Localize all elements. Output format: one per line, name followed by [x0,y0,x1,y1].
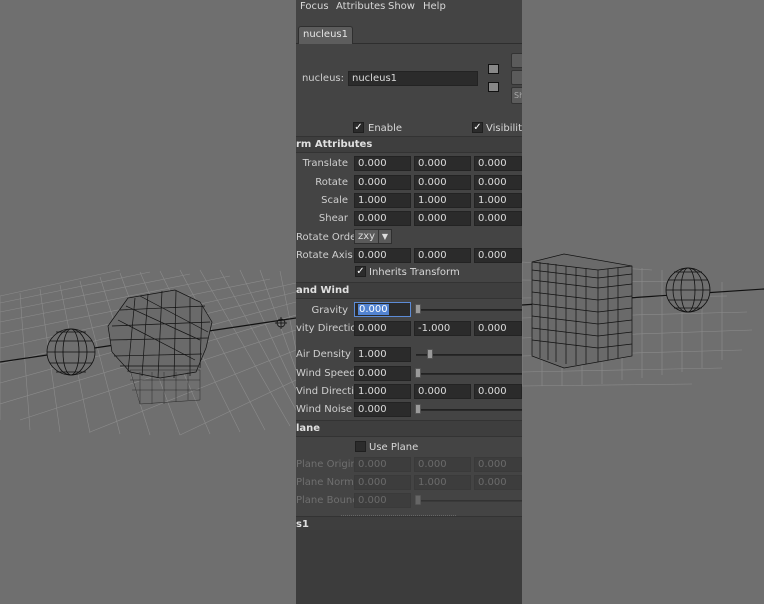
rotate-x-field[interactable]: 0.000 [354,175,411,190]
gravity-slider-handle[interactable] [415,304,421,314]
scale-x-field[interactable]: 1.000 [354,193,411,208]
menu-attributes[interactable]: Attributes [336,1,385,12]
wind-noise-field[interactable]: 0.000 [354,402,411,417]
gravity-direction-y-field[interactable]: -1.000 [414,321,471,336]
enable-checkbox[interactable]: ✓ [353,122,364,133]
notes-button[interactable] [511,53,522,68]
plane-bounce-label: Plane Bounce [296,495,364,506]
plane-bounce-field: 0.000 [354,493,411,508]
plane-origin-x-field: 0.000 [354,457,411,472]
shear-y-field[interactable]: 0.000 [414,211,471,226]
plane-origin-y-field: 0.000 [414,457,471,472]
translate-label: Translate [302,158,348,169]
section-footer[interactable]: s1 [296,516,522,530]
wind-direction-x-field[interactable]: 1.000 [354,384,411,399]
rotate-z-field[interactable]: 0.000 [474,175,522,190]
use-plane-label: Use Plane [369,442,419,453]
wind-noise-slider-handle[interactable] [415,404,421,414]
shear-z-field[interactable]: 0.000 [474,211,522,226]
air-density-field[interactable]: 1.000 [354,347,411,362]
rotate-axis-y-field[interactable]: 0.000 [414,248,471,263]
gravity-value: 0.000 [358,304,389,315]
use-plane-checkbox[interactable]: ✓ [355,441,366,452]
plane-origin-label: Plane Origin [296,459,357,470]
air-density-label: Air Density [296,349,351,360]
rotate-label: Rotate [315,177,348,188]
shear-label: Shear [318,213,348,224]
plane-bounce-slider-track [416,500,522,502]
node-name-field[interactable]: nucleus1 [348,71,478,86]
gravity-direction-x-field[interactable]: 0.000 [354,321,411,336]
plane-normal-z-field: 0.000 [474,475,522,490]
rotate-order-dropdown[interactable]: zxy ▼ [354,229,392,244]
visibility-checkbox[interactable]: ✓ [472,122,483,133]
menu-show[interactable]: Show [388,1,415,12]
rotate-y-field[interactable]: 0.000 [414,175,471,190]
viewport-right[interactable] [522,0,764,604]
gravity-field[interactable]: 0.000 [354,302,411,317]
air-density-slider-handle[interactable] [427,349,433,359]
wind-speed-field[interactable]: 0.000 [354,366,411,381]
translate-x-field[interactable]: 0.000 [354,156,411,171]
rotate-order-value: zxy [358,231,376,242]
presets-button[interactable] [511,70,522,85]
cloth-mesh [107,289,213,379]
manipulator-icon[interactable] [275,317,287,329]
focus-output-icon[interactable] [488,82,499,92]
gravity-direction-label: vity Direction [296,323,363,334]
plane-normal-label: Plane Normal [296,477,363,488]
menu-help[interactable]: Help [423,1,446,12]
wind-speed-label: Wind Speed [296,368,356,379]
gravity-slider-track[interactable] [416,309,522,311]
sphere-mesh [665,267,711,313]
section-gravity-and-wind[interactable]: and Wind [296,282,522,299]
scale-y-field[interactable]: 1.000 [414,193,471,208]
section-ground-plane[interactable]: lane [296,420,522,437]
scale-label: Scale [321,195,348,206]
rotate-axis-label: Rotate Axis [296,250,353,261]
focus-input-icon[interactable] [488,64,499,74]
menu-focus[interactable]: Focus [300,1,329,12]
node-name-label: nucleus: [301,73,344,84]
section-transform-attributes[interactable]: rm Attributes [296,136,522,153]
rotate-axis-z-field[interactable]: 0.000 [474,248,522,263]
scale-z-field[interactable]: 1.000 [474,193,522,208]
gravity-label: Gravity [311,305,348,316]
plane-normal-y-field: 1.000 [414,475,471,490]
rotate-axis-x-field[interactable]: 0.000 [354,248,411,263]
inherits-transform-label: Inherits Transform [369,267,460,278]
menu-bar: Focus Attributes Show Help [296,0,522,16]
wind-direction-y-field[interactable]: 0.000 [414,384,471,399]
plane-normal-x-field: 0.000 [354,475,411,490]
empty-panel-area [296,530,522,604]
attribute-editor: Focus Attributes Show Help nucleus1 nucl… [296,0,522,604]
gravity-direction-z-field[interactable]: 0.000 [474,321,522,336]
inherits-transform-checkbox[interactable]: ✓ [355,266,366,277]
wind-noise-label: Wind Noise [296,404,353,415]
wind-direction-z-field[interactable]: 0.000 [474,384,522,399]
shear-x-field[interactable]: 0.000 [354,211,411,226]
visibility-label: Visibility [486,123,522,134]
plane-origin-z-field: 0.000 [474,457,522,472]
tab-nucleus1[interactable]: nucleus1 [298,26,353,44]
tab-row: nucleus1 [296,24,522,44]
viewport-left[interactable] [0,0,296,604]
viewport-left-scene [0,269,296,436]
enable-label: Enable [368,123,403,134]
wind-speed-slider-handle[interactable] [415,368,421,378]
translate-z-field[interactable]: 0.000 [474,156,522,171]
wind-noise-slider-track[interactable] [416,409,522,411]
plane-bounce-slider-handle [415,495,421,505]
wind-direction-label: Vind Direction [296,386,367,397]
cube-mesh [531,253,633,369]
sphere-mesh [46,328,96,376]
viewport-right-scene [522,253,764,387]
show-button[interactable]: Sh [511,87,522,104]
translate-y-field[interactable]: 0.000 [414,156,471,171]
chevron-down-icon: ▼ [378,230,391,243]
wind-speed-slider-track[interactable] [416,373,522,375]
rotate-order-label: Rotate Order [296,232,361,243]
